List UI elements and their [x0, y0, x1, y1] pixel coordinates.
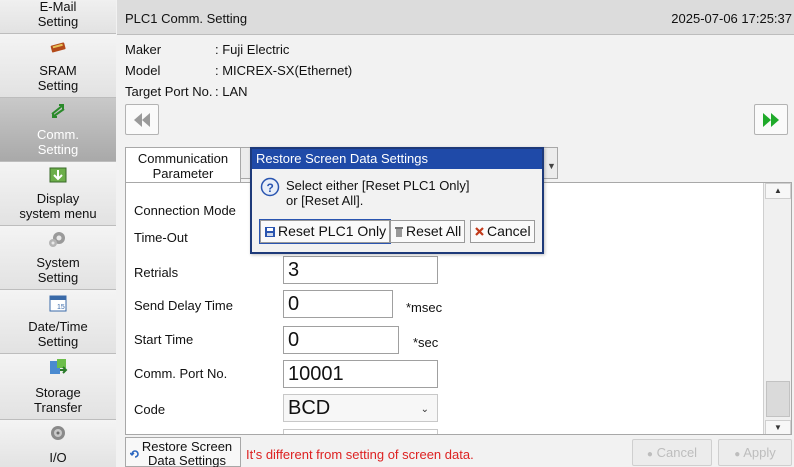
- sidebar-item-label: Date/Time Setting: [28, 319, 88, 349]
- send-delay-label: Send Delay Time: [134, 298, 233, 313]
- save-icon: [265, 226, 275, 237]
- trash-icon: [395, 226, 403, 237]
- comm-port-label: Comm. Port No.: [134, 366, 228, 381]
- target-port-info: Target Port No.: LAN: [125, 84, 248, 99]
- reset-plc1-only-button[interactable]: Reset PLC1 Only: [258, 219, 392, 244]
- maker-value: : Fuji Electric: [215, 42, 290, 57]
- restore-icon: [130, 450, 139, 458]
- previous-page-button[interactable]: [125, 104, 159, 135]
- chevron-down-icon: ▼: [547, 161, 556, 171]
- send-delay-field[interactable]: 0: [283, 290, 393, 318]
- retrials-field[interactable]: 3: [283, 256, 438, 284]
- start-time-unit: *sec: [413, 335, 439, 350]
- tab-communication-parameter[interactable]: Communication Parameter: [125, 147, 241, 183]
- model-key: Model: [125, 63, 161, 78]
- sidebar-item-comm-setting[interactable]: Comm. Setting: [0, 98, 116, 162]
- sram-icon: [50, 42, 66, 53]
- restore-button-label: Restore Screen Data Settings: [141, 439, 233, 467]
- dialog-cancel-label: Cancel: [487, 223, 531, 239]
- sidebar-item-label: System Setting: [36, 255, 80, 285]
- status-message: It's different from setting of screen da…: [246, 447, 474, 462]
- svg-text:15: 15: [57, 304, 65, 311]
- restore-dialog: Restore Screen Data Settings ? Select ei…: [250, 147, 544, 254]
- sidebar-item-label: Comm. Setting: [37, 127, 79, 157]
- apply-button-disabled[interactable]: ● Apply: [718, 439, 792, 466]
- target-port-key: Target Port No.: [125, 84, 213, 99]
- sidebar-item-label: E-Mail Setting: [37, 0, 79, 29]
- calendar-icon: 15: [49, 295, 67, 312]
- sidebar-item-io[interactable]: I/O: [0, 420, 116, 467]
- sidebar-item-label: SRAM Setting: [37, 63, 79, 93]
- question-icon: ?: [260, 177, 280, 197]
- double-left-arrow-icon: [134, 112, 150, 127]
- sidebar-item-sram-setting[interactable]: SRAM Setting: [0, 34, 116, 98]
- display-download-icon: [49, 167, 67, 183]
- header-bar: PLC1 Comm. Setting 2025-07-06 17:25:37: [117, 0, 794, 35]
- send-delay-unit: *msec: [406, 300, 443, 315]
- svg-text:?: ?: [267, 181, 274, 195]
- page-title: PLC1 Comm. Setting: [125, 11, 248, 26]
- cancel-button-disabled[interactable]: ● Cancel: [632, 439, 712, 466]
- target-port-value: : LAN: [215, 84, 248, 99]
- reset-all-label: Reset All: [406, 223, 462, 239]
- dialog-title: Restore Screen Data Settings: [252, 149, 542, 169]
- retrials-label: Retrials: [134, 265, 179, 280]
- reset-all-button[interactable]: Reset All: [390, 220, 466, 243]
- next-page-button[interactable]: [754, 104, 788, 135]
- maker-info: Maker : Fuji Electric: [125, 42, 289, 57]
- cancel-circle-icon: ●: [646, 449, 653, 460]
- maker-key: Maker: [125, 42, 162, 57]
- connection-mode-label: Connection Mode: [134, 203, 236, 218]
- reset-plc1-only-label: Reset PLC1 Only: [278, 223, 387, 239]
- apply-circle-icon: ●: [734, 449, 741, 460]
- apply-button-label: Apply: [743, 445, 776, 460]
- sidebar-item-email-setting[interactable]: E-Mail Setting: [0, 0, 116, 34]
- start-time-field[interactable]: 0: [283, 326, 399, 354]
- scroll-up-button[interactable]: ▲: [765, 183, 791, 199]
- scroll-thumb[interactable]: [766, 381, 790, 417]
- sidebar: E-Mail Setting SRAM Setting Comm. Settin…: [0, 0, 116, 467]
- dialog-cancel-button[interactable]: Cancel: [470, 220, 535, 243]
- start-time-label: Start Time: [134, 332, 194, 347]
- next-field-partial: [283, 429, 438, 434]
- model-value: : MICREX-SX(Ethernet): [215, 63, 353, 78]
- comm-port-field[interactable]: 10001: [283, 360, 438, 388]
- sidebar-item-storage-transfer[interactable]: Storage Transfer: [0, 354, 116, 420]
- datetime-display: 2025-07-06 17:25:37: [671, 11, 792, 26]
- code-select-value: BCD: [288, 397, 331, 419]
- cancel-button-label: Cancel: [656, 445, 698, 460]
- chevron-down-icon: ⌄: [420, 404, 429, 415]
- code-select[interactable]: BCD ⌄: [283, 394, 438, 422]
- double-right-arrow-icon: [763, 112, 779, 127]
- scroll-down-button[interactable]: ▼: [765, 420, 791, 434]
- comm-icon: [51, 104, 65, 118]
- model-info: Model : MICREX-SX(Ethernet): [125, 63, 352, 78]
- code-label: Code: [134, 402, 166, 417]
- close-icon: [475, 227, 484, 236]
- sidebar-item-date-time-setting[interactable]: 15 Date/Time Setting: [0, 290, 116, 354]
- sidebar-item-label: Display system menu: [19, 191, 97, 221]
- storage-transfer-icon: [50, 359, 68, 374]
- tab-label: Communication Parameter: [137, 151, 229, 181]
- timeout-label: Time-Out: [134, 230, 188, 245]
- sidebar-item-label: Storage Transfer: [34, 385, 82, 415]
- vertical-scrollbar[interactable]: ▲ ▼: [763, 183, 791, 434]
- sidebar-item-system-setting[interactable]: System Setting: [0, 226, 116, 290]
- gear-icon: [49, 232, 65, 247]
- restore-screen-data-button[interactable]: Restore Screen Data Settings: [125, 437, 241, 467]
- sidebar-item-label: I/O: [49, 450, 67, 465]
- dialog-message: Select either [Reset PLC1 Only] or [Rese…: [286, 178, 470, 208]
- sidebar-item-display-system-menu[interactable]: Display system menu: [0, 162, 116, 226]
- io-icon: [51, 426, 65, 440]
